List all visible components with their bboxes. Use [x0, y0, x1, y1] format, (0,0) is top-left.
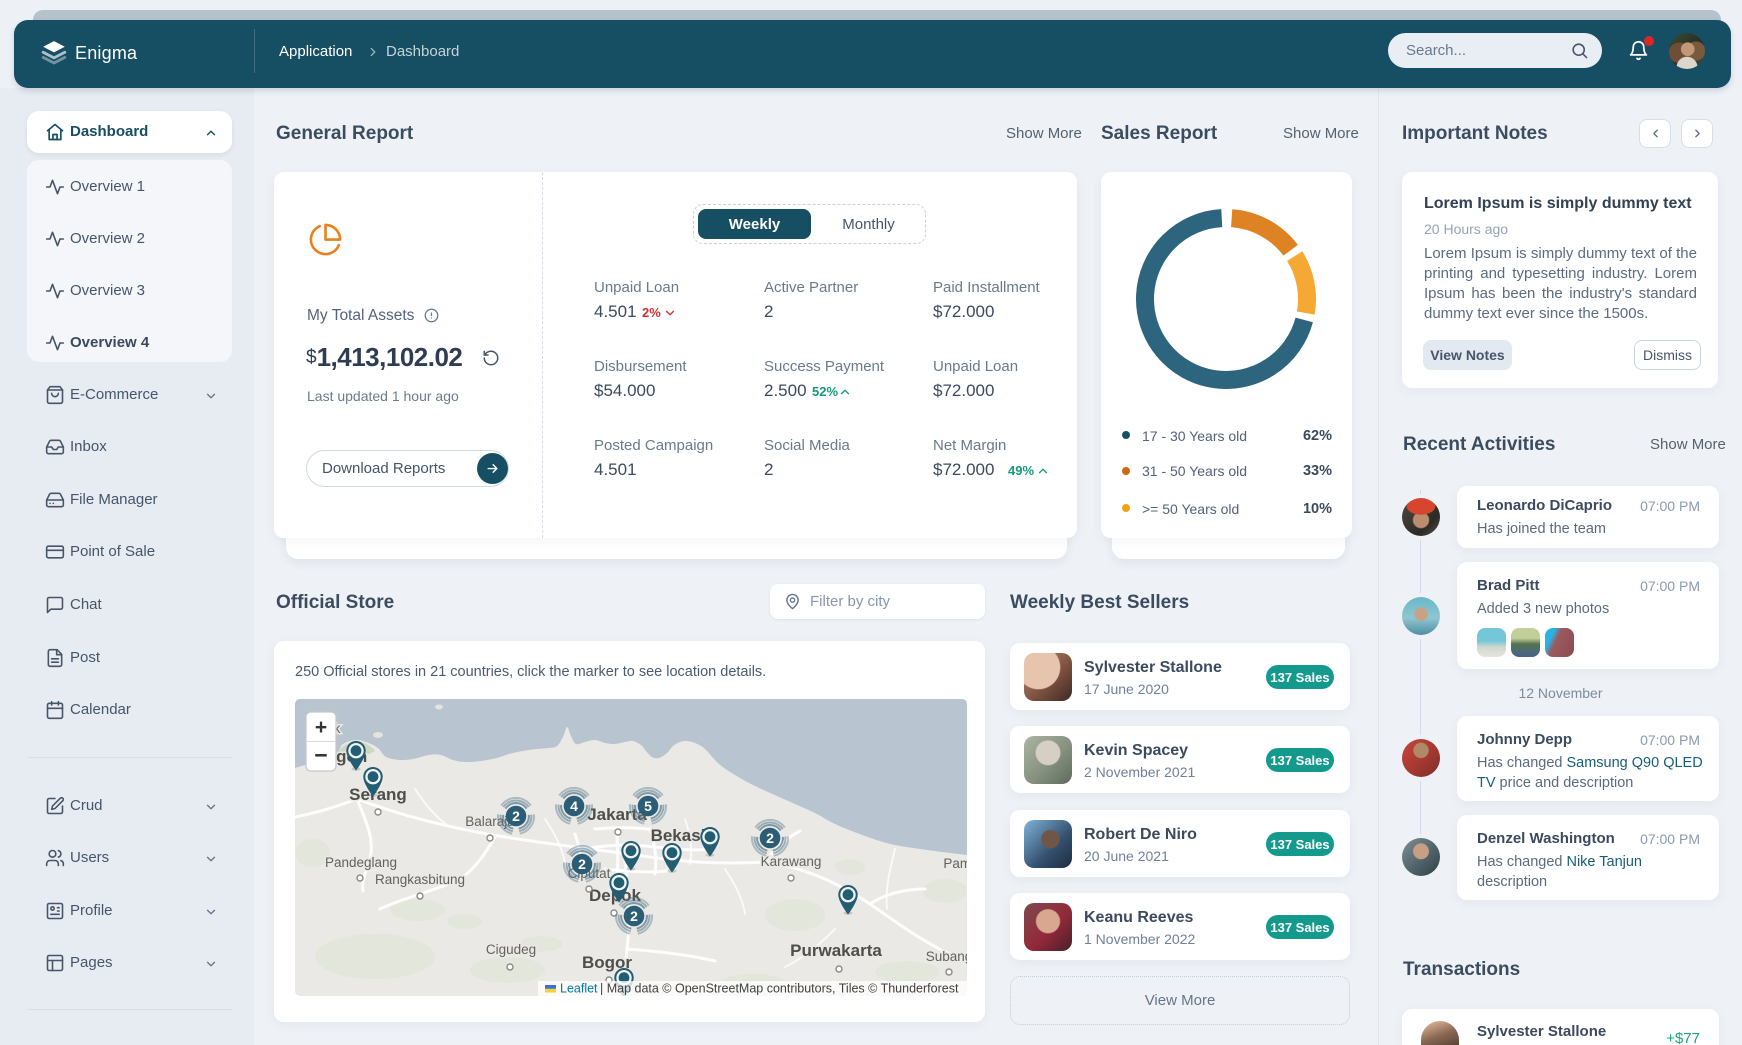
- svg-text:5: 5: [644, 798, 652, 814]
- svg-text:Bekasi: Bekasi: [651, 826, 706, 845]
- svg-text:Purwakarta: Purwakarta: [790, 941, 882, 960]
- svg-text:2: 2: [578, 856, 586, 872]
- svg-text:| Map data © OpenStreetMap con: | Map data © OpenStreetMap contributors,…: [600, 982, 959, 996]
- svg-text:−: −: [314, 742, 327, 768]
- svg-text:2: 2: [630, 908, 638, 924]
- svg-text:Rangkasbitung: Rangkasbitung: [375, 872, 465, 887]
- svg-text:Pandeglang: Pandeglang: [325, 855, 397, 870]
- svg-text:Cigudeg: Cigudeg: [486, 942, 536, 957]
- svg-text:2: 2: [766, 830, 774, 846]
- svg-text:4: 4: [570, 798, 578, 814]
- svg-text:2: 2: [512, 808, 520, 824]
- svg-text:+: +: [315, 716, 327, 739]
- svg-text:Leaflet: Leaflet: [560, 982, 598, 996]
- svg-text:Karawang: Karawang: [761, 854, 822, 869]
- svg-text:Pama: Pama: [943, 856, 967, 871]
- svg-text:Subang: Subang: [926, 949, 967, 964]
